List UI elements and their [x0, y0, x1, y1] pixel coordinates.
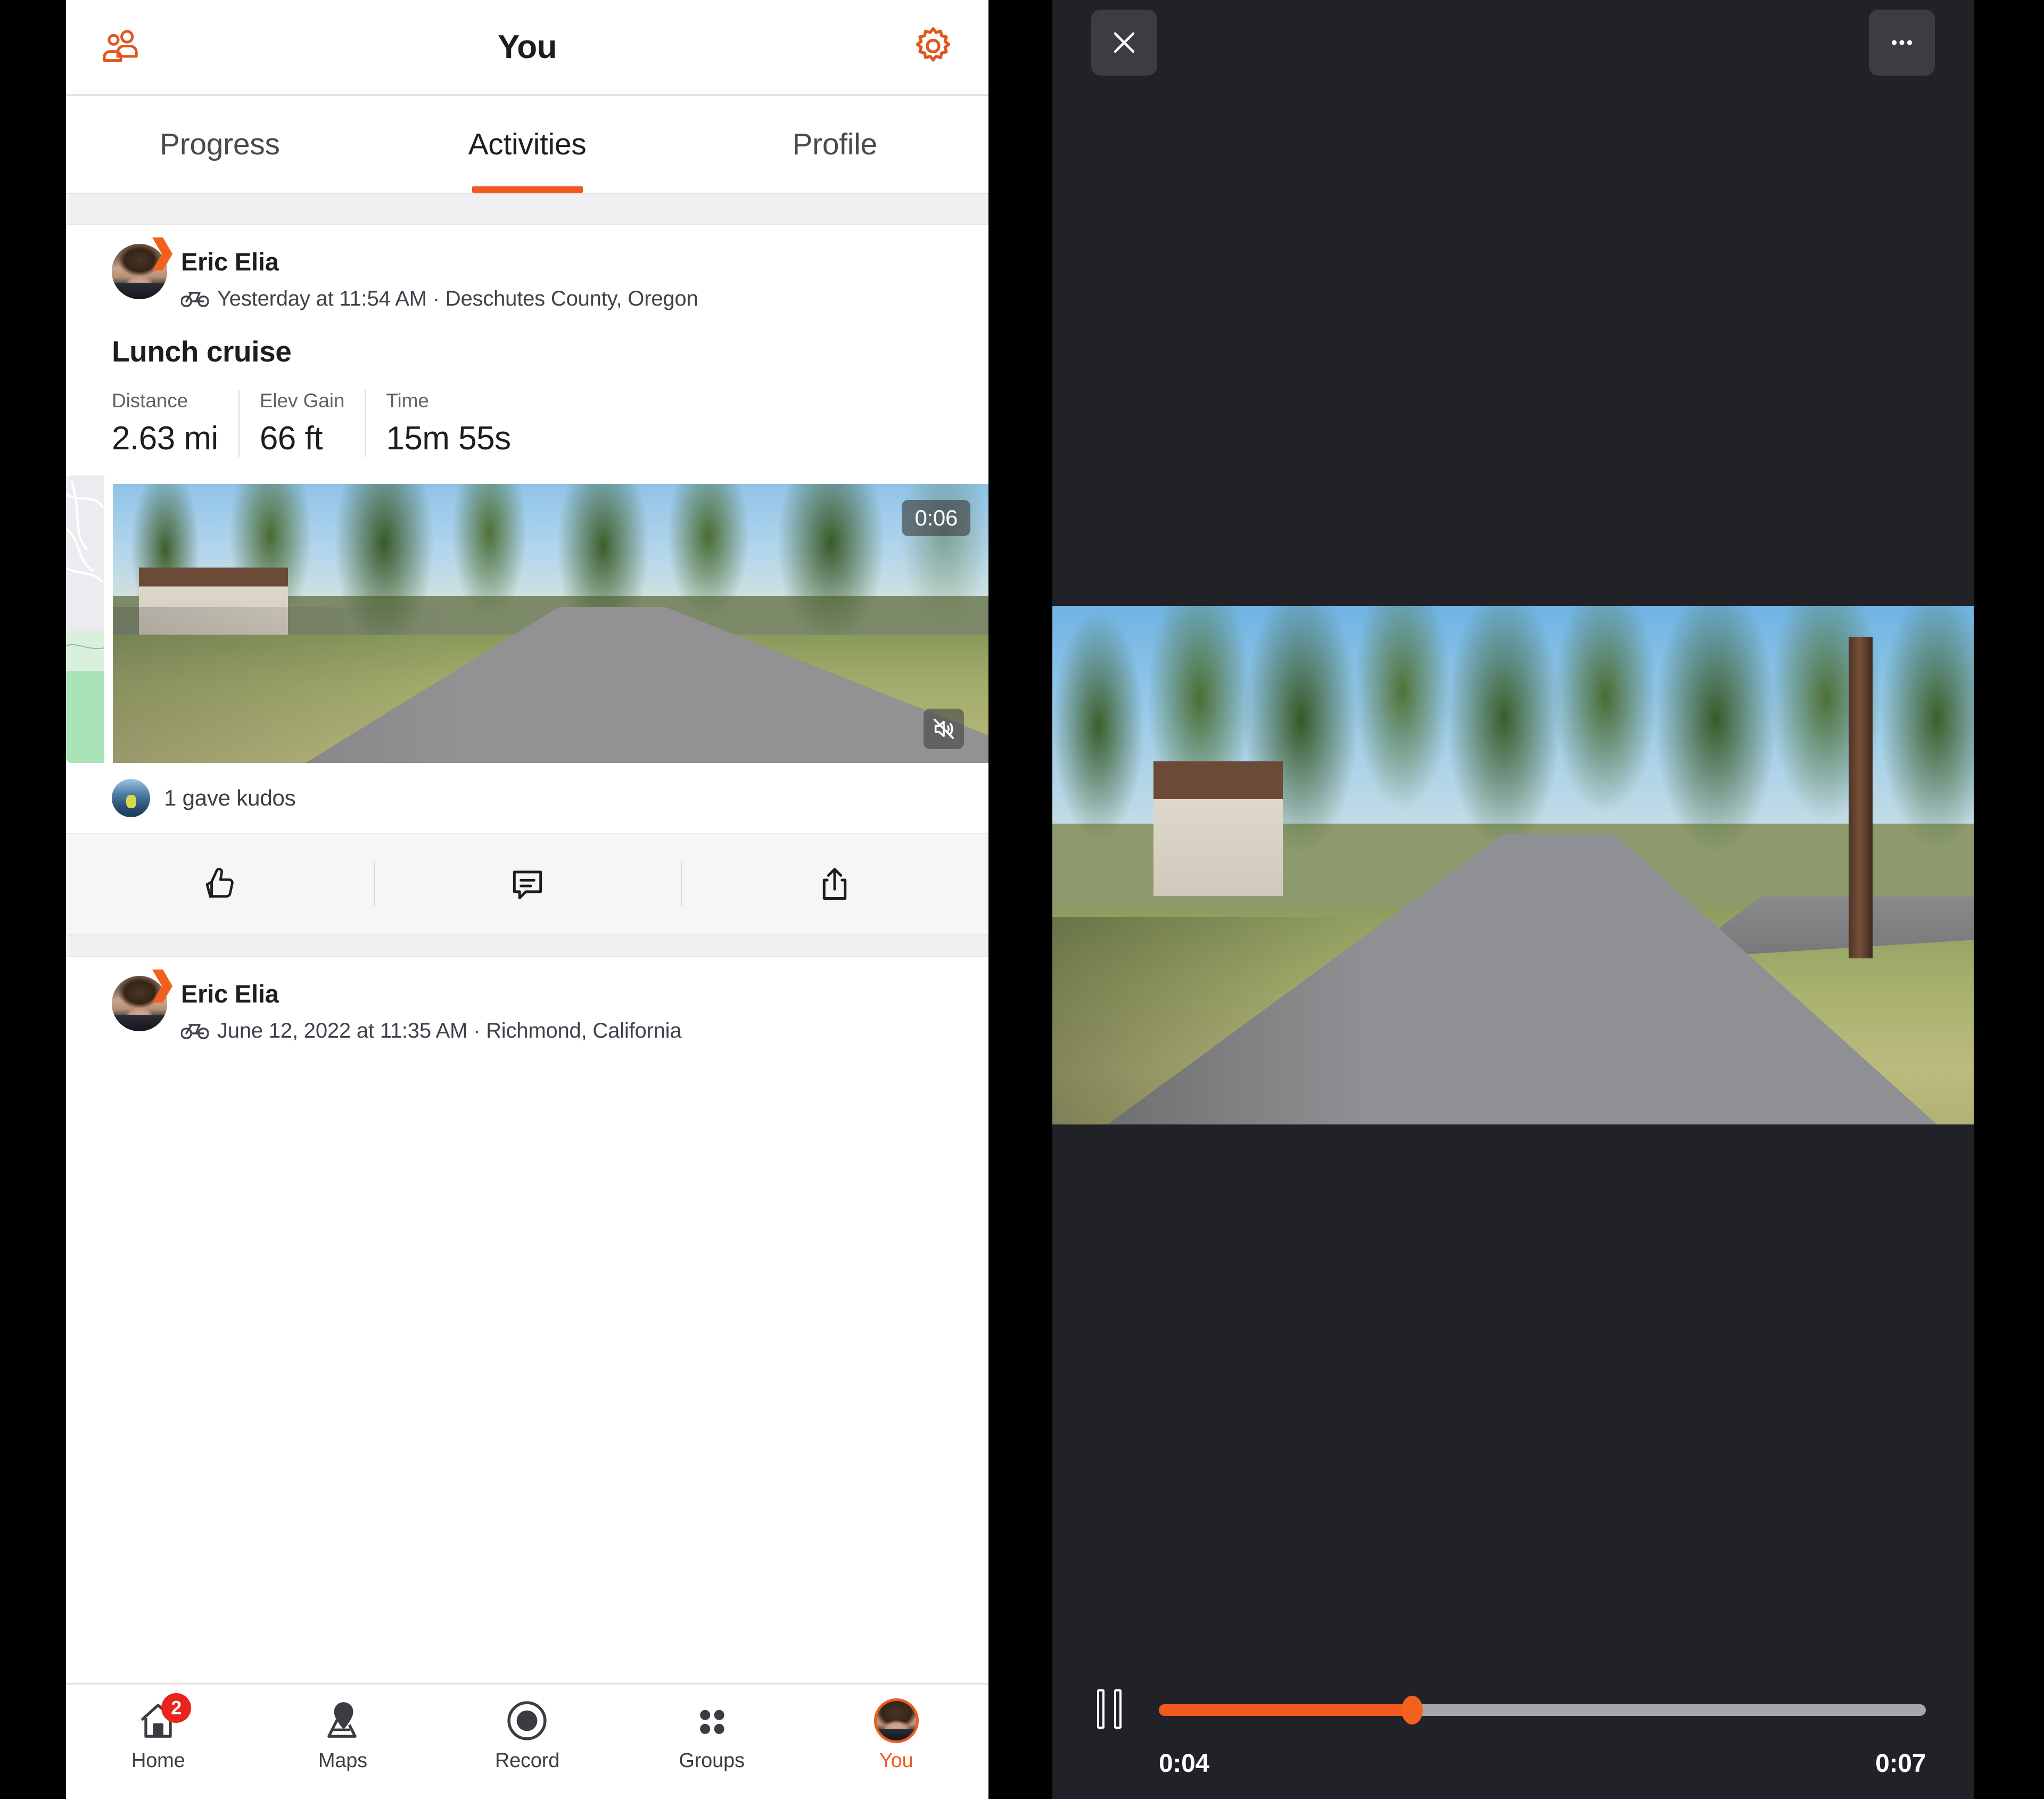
tab-progress[interactable]: Progress	[66, 96, 374, 193]
strava-chevron-badge	[149, 970, 172, 1003]
user-avatar-icon	[873, 1698, 919, 1743]
app-header: You	[66, 0, 988, 96]
avatar[interactable]	[112, 237, 172, 299]
page-title: You	[498, 29, 557, 65]
activity-card: Eric Elia Yesterday at 11:54 AM · Deschu…	[66, 225, 988, 935]
house-icon: 2	[137, 1693, 192, 1743]
stat-distance-label: Distance	[112, 390, 188, 412]
tab-you[interactable]: You	[804, 1698, 988, 1772]
close-x-icon[interactable]	[1091, 10, 1157, 76]
video-timestamps: 0:04 0:07	[1159, 1749, 1926, 1778]
activity-meta: Yesterday at 11:54 AM · Deschutes County…	[217, 287, 698, 310]
stat-distance: Distance 2.63 mi	[112, 390, 238, 457]
stat-distance-value: 2.63 mi	[112, 420, 218, 457]
activity-card-2: Eric Elia June 12, 2022 at 11:35 AM · Ri…	[66, 957, 988, 1043]
comment-bubble-icon[interactable]	[373, 834, 681, 934]
thumbs-up-icon[interactable]	[66, 834, 374, 934]
kudos-row[interactable]: 1 gave kudos	[66, 763, 988, 834]
stat-time-value: 15m 55s	[386, 420, 511, 457]
kudos-avatar[interactable]	[112, 779, 150, 817]
activity-media-carousel[interactable]: 0:06	[66, 475, 988, 763]
activity-stats: Distance 2.63 mi Elev Gain 66 ft Time 15…	[66, 368, 988, 475]
tab-home-label: Home	[131, 1749, 185, 1772]
stat-time: Time 15m 55s	[365, 390, 531, 457]
tab-maps-label: Maps	[318, 1749, 367, 1772]
stat-elev-value: 66 ft	[259, 420, 323, 457]
section-divider	[66, 194, 988, 225]
avatar[interactable]	[112, 970, 172, 1031]
tab-home[interactable]: 2 Home	[66, 1693, 251, 1772]
groups-dots-icon	[690, 1698, 733, 1743]
home-badge: 2	[161, 1693, 192, 1723]
current-time: 0:04	[1159, 1749, 1209, 1778]
activity-title[interactable]: Lunch cruise	[66, 311, 988, 368]
activity-2-user-name[interactable]: Eric Elia	[181, 979, 681, 1008]
map-pin-icon	[323, 1698, 363, 1743]
bicycle-icon	[180, 288, 209, 310]
tab-record-label: Record	[494, 1749, 560, 1772]
strava-chevron-badge	[149, 237, 172, 270]
record-circle-icon	[506, 1698, 548, 1743]
route-map-thumbnail[interactable]	[66, 475, 104, 763]
speaker-muted-icon[interactable]	[924, 709, 964, 749]
stat-elev-label: Elev Gain	[259, 390, 345, 412]
tab-you-label: You	[879, 1749, 913, 1772]
app-panel: You Progress Activities Profile Eric Eli…	[66, 0, 988, 1799]
video-frame[interactable]	[1052, 606, 1974, 1124]
screenshot-root: You Progress Activities Profile Eric Eli…	[0, 0, 2044, 1799]
tab-groups-label: Groups	[679, 1749, 745, 1772]
bicycle-icon	[180, 1020, 209, 1042]
stat-time-label: Time	[386, 390, 429, 412]
total-time: 0:07	[1875, 1749, 1926, 1778]
tab-profile[interactable]: Profile	[681, 96, 988, 193]
player-controls: 0:04 0:07	[1052, 1677, 1974, 1799]
more-dots-icon[interactable]	[1869, 10, 1935, 76]
video-player-panel: 0:04 0:07	[1052, 0, 1974, 1799]
activity-video-thumbnail[interactable]: 0:06	[113, 484, 988, 763]
tab-groups[interactable]: Groups	[620, 1698, 804, 1772]
stat-elev-gain: Elev Gain 66 ft	[238, 390, 365, 457]
group-people-icon[interactable]	[101, 28, 143, 66]
video-duration-badge: 0:06	[902, 500, 970, 536]
pause-icon[interactable]	[1092, 1689, 1127, 1729]
activity-user-name[interactable]: Eric Elia	[181, 247, 698, 276]
profile-tabs: Progress Activities Profile	[66, 96, 988, 194]
activity-2-meta: June 12, 2022 at 11:35 AM · Richmond, Ca…	[217, 1019, 682, 1042]
bottom-tab-bar: 2 Home Maps Record Groups You	[66, 1683, 988, 1799]
activity-card-2-header: Eric Elia June 12, 2022 at 11:35 AM · Ri…	[66, 957, 988, 1043]
tab-activities[interactable]: Activities	[374, 96, 681, 193]
card-separator	[66, 935, 988, 957]
activity-card-header: Eric Elia Yesterday at 11:54 AM · Deschu…	[66, 225, 988, 311]
tab-record[interactable]: Record	[435, 1698, 620, 1772]
share-arrow-icon[interactable]	[681, 834, 988, 934]
kudos-count-label: 1 gave kudos	[164, 785, 296, 810]
video-scrubber[interactable]	[1159, 1696, 1926, 1724]
gear-icon[interactable]	[913, 26, 953, 69]
activity-actions	[66, 834, 988, 935]
tab-maps[interactable]: Maps	[251, 1698, 435, 1772]
